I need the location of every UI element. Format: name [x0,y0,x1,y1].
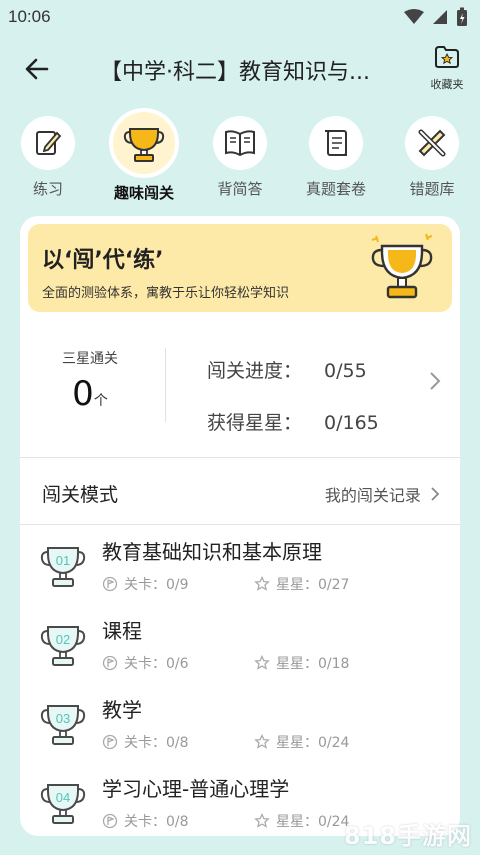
stars-value: 0/165 [324,412,379,434]
divider [20,524,460,525]
tab-past-papers[interactable]: 真题套卷 [294,108,378,199]
trophy-illustration-icon [371,233,433,299]
level-count-text: 关卡：0/8 [124,735,189,751]
star-count-text: 星星：0/27 [276,577,350,593]
wifi-icon [404,9,424,24]
three-star-unit: 个 [93,393,108,409]
tab-label: 背简答 [217,180,263,198]
tab-recite-answers[interactable]: 背简答 [198,108,282,199]
tab-label: 趣味闯关 [113,184,174,202]
list-item[interactable]: 01 教育基础知识和基本原理 关卡：0/9 星星：0/27 [20,526,460,605]
level-title: 教育基础知识和基本原理 [102,540,322,564]
star-icon [254,655,270,670]
pencil-ruler-icon [418,129,446,157]
tab-icon-circle [309,116,363,170]
tab-fun-challenge[interactable]: 趣味闯关 [102,108,186,203]
folder-star-icon [435,46,459,68]
level-count: 关卡：0/9 [102,574,189,594]
star-count-text: 星星：0/24 [276,735,350,751]
progress-label: 闯关进度： [207,360,303,382]
level-title: 学习心理-普通心理学 [102,777,290,801]
tab-label: 真题套卷 [305,180,366,198]
star-count: 星星：0/24 [254,732,349,752]
banner-subtitle: 全面的测验体系，寓教于乐让你轻松学知识 [42,286,290,301]
progress-value: 0/55 [324,360,367,382]
pencil-note-icon [36,131,62,155]
list-item[interactable]: 03 教学 关卡：0/8 星星：0/24 [20,684,460,763]
challenge-record-link[interactable]: 我的闯关记录 [325,482,440,506]
status-bar: 10:06 [0,0,480,34]
tab-icon-circle [405,116,459,170]
tab-label: 错题库 [409,180,455,198]
mode-header: 闯关模式 我的闯关记录 [20,458,460,524]
numbered-trophy-icon: 03 [40,705,86,745]
star-count: 星星：0/27 [254,574,349,594]
open-book-icon [225,130,255,157]
banner-title: 以‘闯’代‘练’ [42,248,164,273]
tab-icon-circle [213,116,267,170]
trophy-icon [123,128,165,162]
star-icon [254,813,270,828]
three-star-stat: 三星通关 0个 [40,348,140,414]
status-icons [404,7,468,27]
flag-icon [102,576,118,592]
chevron-right-icon [430,372,441,390]
favorites-button[interactable]: 收藏夹 [426,44,468,92]
page-title: 【中学·科二】教育知识与... [100,60,370,85]
star-icon [254,734,270,749]
level-title: 课程 [102,619,142,643]
chevron-right-icon [431,487,440,501]
tab-practice[interactable]: 练习 [6,108,90,199]
tab-icon-circle [21,116,75,170]
level-count-text: 关卡：0/6 [124,656,189,672]
scroll-icon [325,130,347,156]
level-title: 教学 [102,698,142,722]
banner: 以‘闯’代‘练’ 全面的测验体系，寓教于乐让你轻松学知识 [28,224,452,312]
level-number: 04 [56,790,70,805]
star-count: 星星：0/18 [254,653,349,673]
level-number: 02 [56,632,70,647]
numbered-trophy-icon: 04 [40,784,86,824]
mode-title: 闯关模式 [42,484,119,506]
star-count: 星星：0/24 [254,811,349,831]
list-item[interactable]: 02 课程 关卡：0/6 星星：0/18 [20,605,460,684]
flag-icon [102,813,118,829]
signal-icon [433,10,447,24]
numbered-trophy-icon: 02 [40,626,86,666]
level-count: 关卡：0/8 [102,732,189,752]
three-star-value: 0 [72,374,94,414]
flag-icon [102,655,118,671]
progress-stat: 闯关进度： 0/55 [207,356,367,383]
tab-label: 练习 [32,180,63,198]
stats-divider [165,348,166,422]
star-count-text: 星星：0/24 [276,814,350,830]
status-time: 10:06 [8,7,51,26]
back-arrow-icon [25,58,49,80]
favorites-label: 收藏夹 [430,78,464,91]
challenge-card: 以‘闯’代‘练’ 全面的测验体系，寓教于乐让你轻松学知识 三星通关 0个 闯关进… [20,216,460,836]
star-icon [254,576,270,591]
level-count: 关卡：0/6 [102,653,189,673]
level-count: 关卡：0/8 [102,811,189,831]
stars-stat: 获得星星： 0/165 [207,408,379,435]
record-link-label: 我的闯关记录 [324,486,421,505]
star-count-text: 星星：0/18 [276,656,350,672]
battery-icon [457,7,467,26]
header: 【中学·科二】教育知识与... 收藏夹 [0,40,480,100]
level-count-text: 关卡：0/8 [124,814,189,830]
level-count-text: 关卡：0/9 [124,577,189,593]
numbered-trophy-icon: 01 [40,547,86,587]
stats-panel[interactable]: 三星通关 0个 闯关进度： 0/55 获得星星： 0/165 [20,326,460,458]
flag-icon [102,734,118,750]
level-number: 03 [56,711,70,726]
back-button[interactable] [22,54,52,84]
tab-bar: 练习 趣味闯关 背简答 真题套卷 错题库 [0,108,480,203]
stars-label: 获得星星： [207,412,303,434]
tab-wrong-questions[interactable]: 错题库 [390,108,474,199]
tab-icon-circle [109,108,179,178]
level-number: 01 [56,553,70,568]
three-star-label: 三星通关 [62,351,118,367]
watermark: 818手游网 [343,822,472,850]
